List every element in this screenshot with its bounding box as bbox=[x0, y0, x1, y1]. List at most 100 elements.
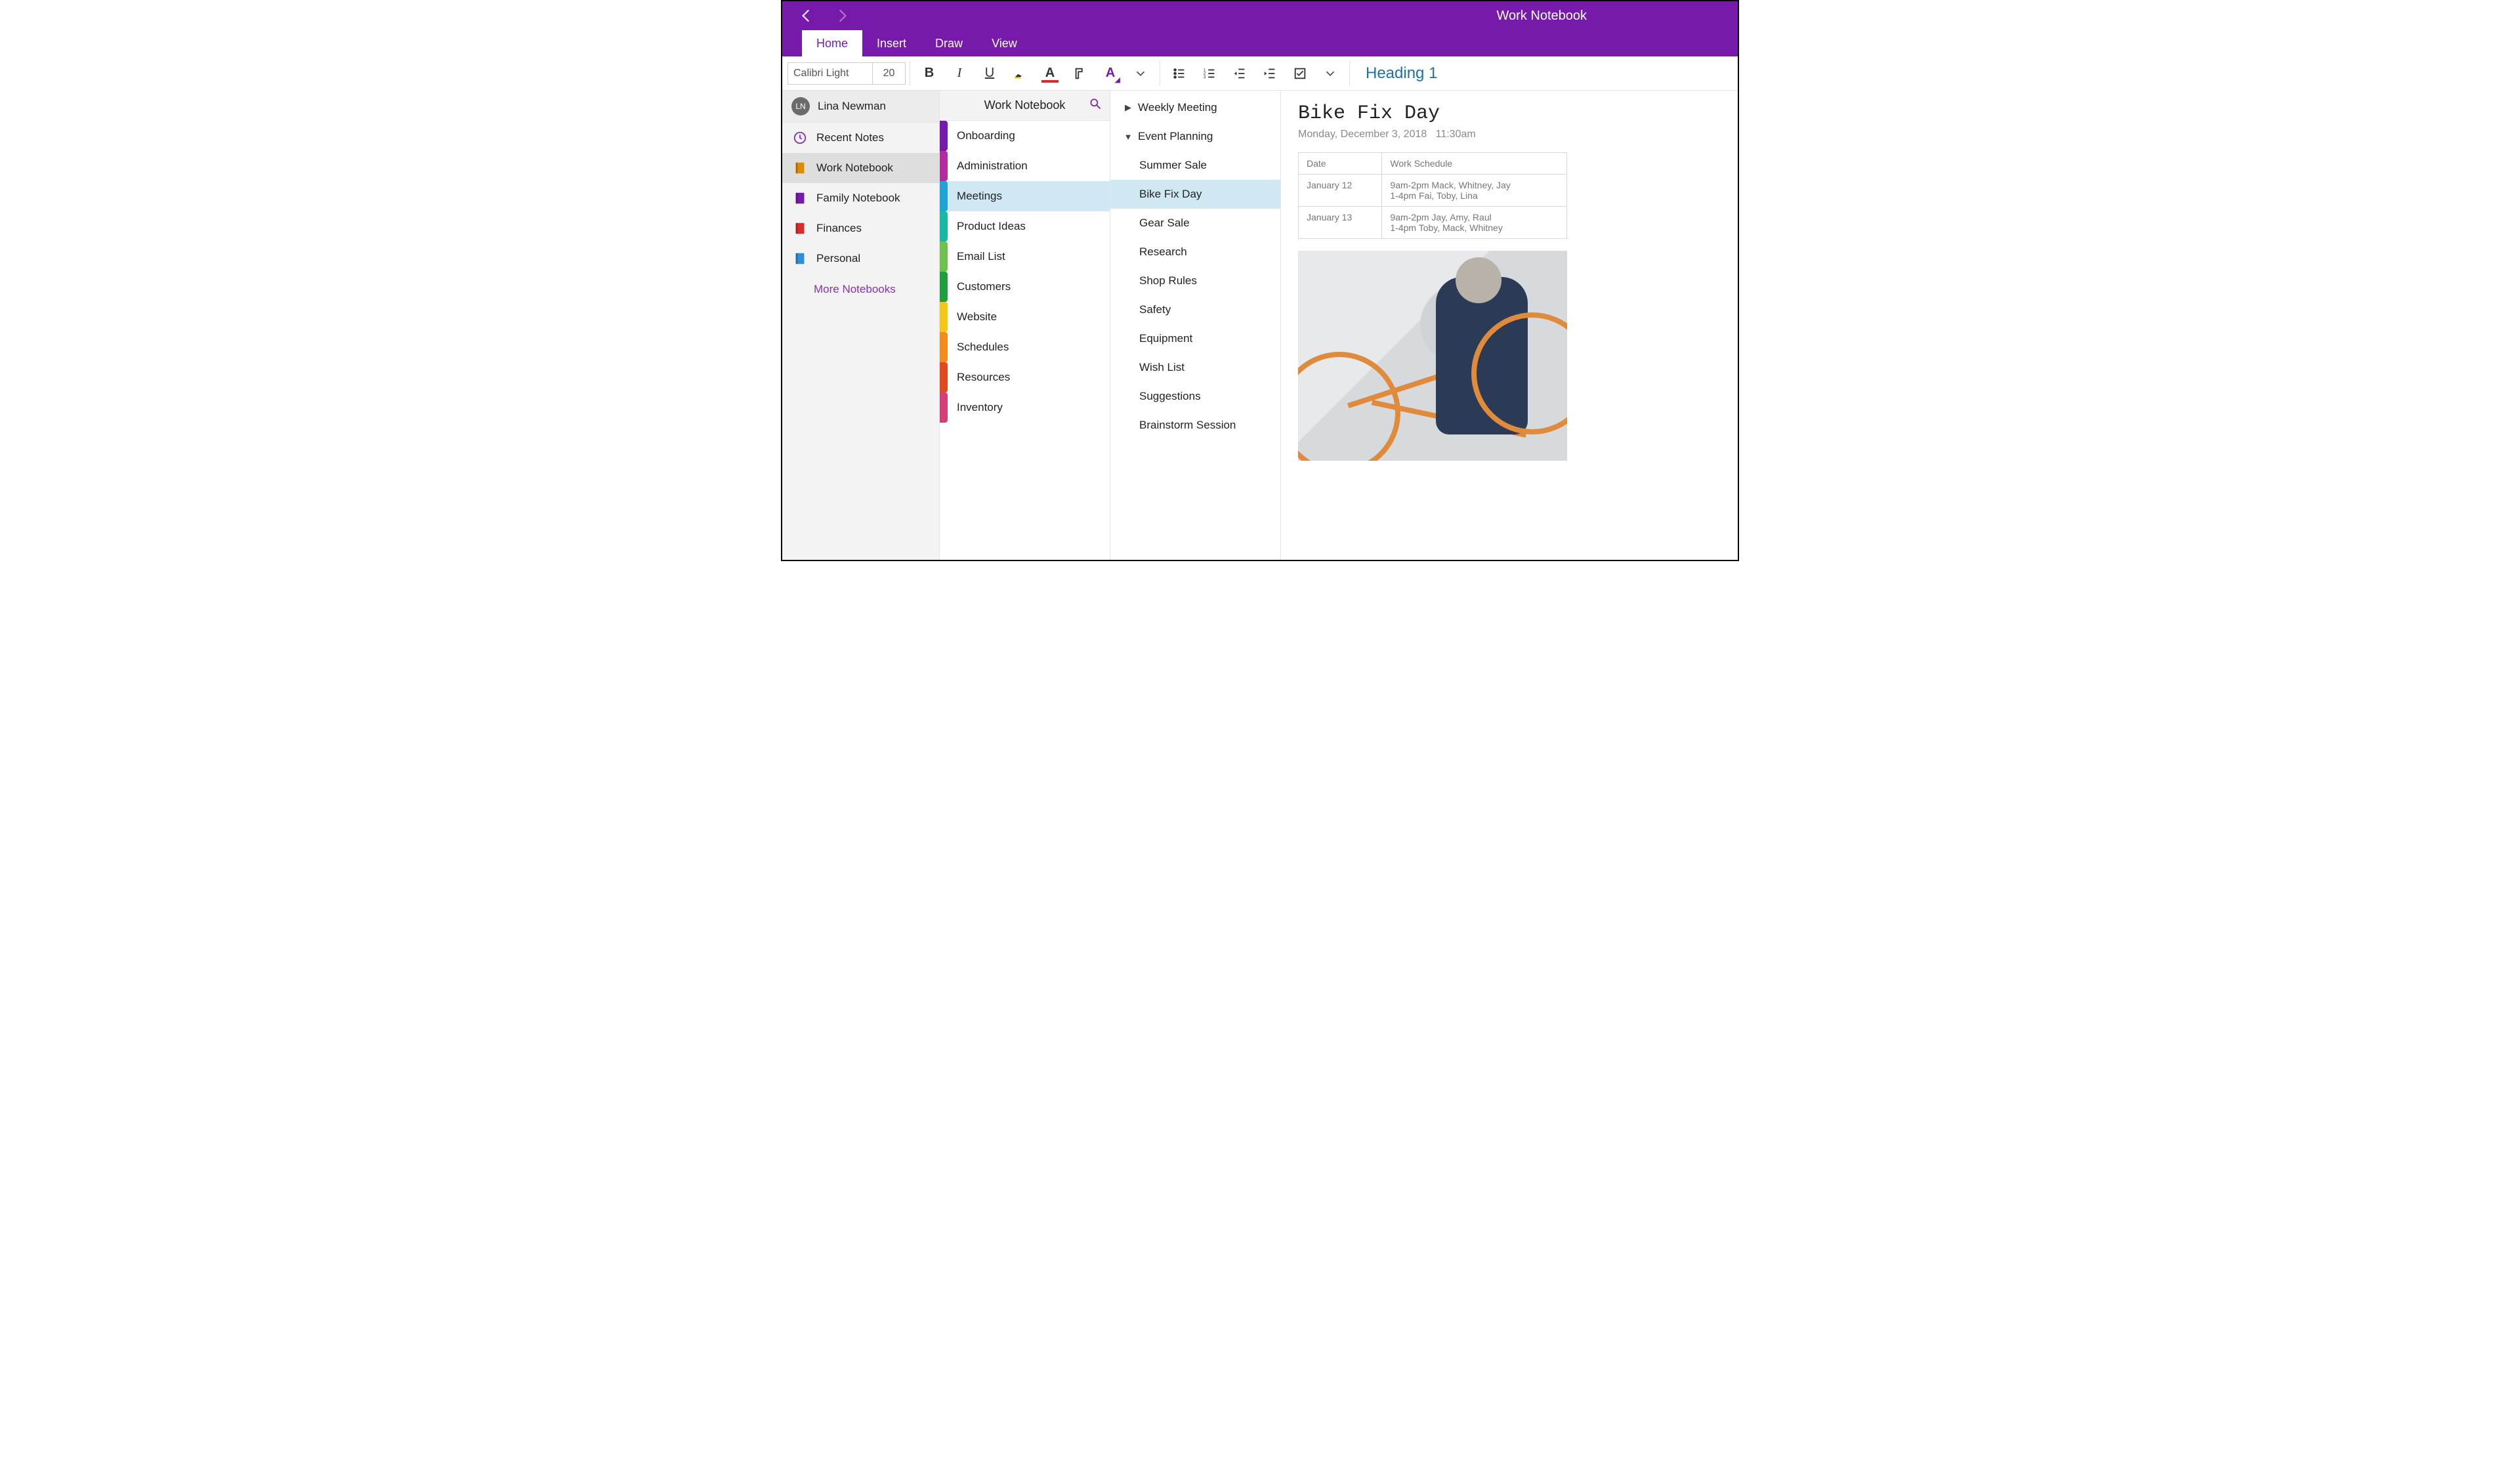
page-title[interactable]: Bike Fix Day bbox=[1298, 102, 1721, 125]
section-label: Resources bbox=[957, 371, 1010, 384]
italic-button[interactable]: I bbox=[944, 60, 975, 87]
sidebar-item-notebook[interactable]: Finances bbox=[782, 213, 939, 243]
page-row[interactable]: ▶Weekly Meeting bbox=[1110, 93, 1280, 122]
sidebar-item-notebook[interactable]: Family Notebook bbox=[782, 183, 939, 213]
user-row[interactable]: LN Lina Newman bbox=[782, 91, 939, 123]
section-color-tab bbox=[940, 181, 948, 211]
section-label: Inventory bbox=[957, 401, 1003, 414]
page-row[interactable]: Research bbox=[1110, 238, 1280, 266]
sidebar-item-label: Work Notebook bbox=[816, 161, 893, 175]
table-header-sched: Work Schedule bbox=[1382, 153, 1567, 175]
page-row[interactable]: Wish List bbox=[1110, 353, 1280, 382]
sidebar-item-recent[interactable]: Recent Notes bbox=[782, 123, 939, 153]
page-row[interactable]: Shop Rules bbox=[1110, 266, 1280, 295]
sections-header-label: Work Notebook bbox=[984, 98, 1066, 112]
clock-icon bbox=[793, 131, 807, 145]
section-row[interactable]: Onboarding bbox=[940, 121, 1110, 151]
cell-date: January 12 bbox=[1299, 175, 1382, 207]
sidebar-item-label: Finances bbox=[816, 222, 862, 235]
page-label: Suggestions bbox=[1139, 390, 1201, 403]
tab-draw[interactable]: Draw bbox=[921, 30, 977, 56]
page-row[interactable]: Equipment bbox=[1110, 324, 1280, 353]
embedded-image[interactable]: Man carrying orange bicycle bbox=[1298, 251, 1567, 461]
forward-button[interactable] bbox=[833, 7, 850, 24]
cell-date: January 13 bbox=[1299, 207, 1382, 239]
section-row[interactable]: Inventory bbox=[940, 392, 1110, 423]
section-row[interactable]: Product Ideas bbox=[940, 211, 1110, 242]
section-label: Onboarding bbox=[957, 129, 1015, 142]
page-label: Weekly Meeting bbox=[1138, 101, 1217, 114]
font-name-input[interactable] bbox=[788, 62, 873, 85]
tab-view[interactable]: View bbox=[977, 30, 1032, 56]
page-label: Wish List bbox=[1139, 361, 1185, 374]
bulleted-list-button[interactable] bbox=[1164, 60, 1194, 87]
sections-column: Work Notebook Onboarding AdministrationMe… bbox=[940, 91, 1110, 560]
page-label: Gear Sale bbox=[1139, 217, 1190, 230]
highlight-button[interactable] bbox=[1005, 60, 1035, 87]
section-color-tab bbox=[940, 121, 948, 151]
outdent-button[interactable] bbox=[1225, 60, 1255, 87]
table-row[interactable]: January 139am-2pm Jay, Amy, Raul1-4pm To… bbox=[1299, 207, 1567, 239]
section-color-tab bbox=[940, 332, 948, 362]
notebook-icon bbox=[793, 161, 807, 175]
section-row[interactable]: Website bbox=[940, 302, 1110, 332]
todo-checkbox-button[interactable] bbox=[1285, 60, 1315, 87]
section-row[interactable]: Schedules bbox=[940, 332, 1110, 362]
section-row[interactable]: Meetings bbox=[940, 181, 1110, 211]
page-row[interactable]: Gear Sale bbox=[1110, 209, 1280, 238]
section-color-tab bbox=[940, 392, 948, 423]
section-row[interactable]: Customers bbox=[940, 272, 1110, 302]
sidebar-item-notebook[interactable]: Personal bbox=[782, 243, 939, 274]
page-label: Equipment bbox=[1139, 332, 1192, 345]
notebook-icon bbox=[793, 221, 807, 236]
style-dropdown[interactable]: Heading 1 bbox=[1354, 60, 1449, 87]
page-row[interactable]: Bike Fix Day bbox=[1110, 180, 1280, 209]
section-label: Product Ideas bbox=[957, 220, 1026, 233]
page-label: Brainstorm Session bbox=[1139, 419, 1236, 432]
font-size-input[interactable] bbox=[873, 62, 906, 85]
section-color-tab bbox=[940, 362, 948, 392]
section-color-tab bbox=[940, 272, 948, 302]
page-label: Event Planning bbox=[1138, 130, 1213, 143]
format-painter-button[interactable] bbox=[1065, 60, 1095, 87]
indent-button[interactable] bbox=[1255, 60, 1285, 87]
table-row[interactable]: January 129am-2pm Mack, Whitney, Jay1-4p… bbox=[1299, 175, 1567, 207]
page-label: Research bbox=[1139, 245, 1187, 259]
schedule-table[interactable]: Date Work Schedule January 129am-2pm Mac… bbox=[1298, 152, 1567, 239]
sidebar-item-label: Family Notebook bbox=[816, 192, 900, 205]
page-content[interactable]: Bike Fix Day Monday, December 3, 2018 11… bbox=[1281, 91, 1738, 560]
chevron-down-icon[interactable] bbox=[1315, 60, 1345, 87]
back-button[interactable] bbox=[798, 7, 815, 24]
tab-insert[interactable]: Insert bbox=[862, 30, 921, 56]
underline-button[interactable]: U bbox=[975, 60, 1005, 87]
page-row[interactable]: Summer Sale bbox=[1110, 151, 1280, 180]
font-color-button[interactable]: A bbox=[1035, 60, 1065, 87]
chevron-down-icon[interactable] bbox=[1125, 60, 1156, 87]
section-label: Customers bbox=[957, 280, 1011, 293]
page-row[interactable]: Brainstorm Session bbox=[1110, 411, 1280, 440]
search-icon[interactable] bbox=[1089, 97, 1102, 114]
section-row[interactable]: Resources bbox=[940, 362, 1110, 392]
svg-text:3: 3 bbox=[1204, 75, 1206, 79]
page-row[interactable]: Suggestions bbox=[1110, 382, 1280, 411]
titlebar: Work Notebook Home Insert Draw View bbox=[782, 1, 1738, 56]
sidebar-item-notebook[interactable]: Work Notebook bbox=[782, 153, 939, 183]
ribbon-tabs: Home Insert Draw View bbox=[782, 30, 1738, 56]
cell-schedule: 9am-2pm Mack, Whitney, Jay1-4pm Fai, Tob… bbox=[1382, 175, 1567, 207]
numbered-list-button[interactable]: 123 bbox=[1194, 60, 1225, 87]
section-row[interactable]: Email List bbox=[940, 242, 1110, 272]
section-color-tab bbox=[940, 242, 948, 272]
more-notebooks-link[interactable]: More Notebooks bbox=[782, 274, 939, 305]
tab-home[interactable]: Home bbox=[802, 30, 862, 56]
section-row[interactable]: Administration bbox=[940, 151, 1110, 181]
separator bbox=[1349, 61, 1350, 86]
sections-header: Work Notebook bbox=[940, 91, 1110, 121]
avatar: LN bbox=[791, 97, 810, 116]
page-row[interactable]: ▼Event Planning bbox=[1110, 122, 1280, 151]
bold-button[interactable]: B bbox=[914, 60, 944, 87]
notebook-icon bbox=[793, 191, 807, 205]
clear-formatting-button[interactable]: A◢ bbox=[1095, 60, 1125, 87]
notebook-icon bbox=[793, 251, 807, 266]
notebook-sidebar: LN Lina Newman Recent Notes Work Noteboo… bbox=[782, 91, 940, 560]
page-row[interactable]: Safety bbox=[1110, 295, 1280, 324]
